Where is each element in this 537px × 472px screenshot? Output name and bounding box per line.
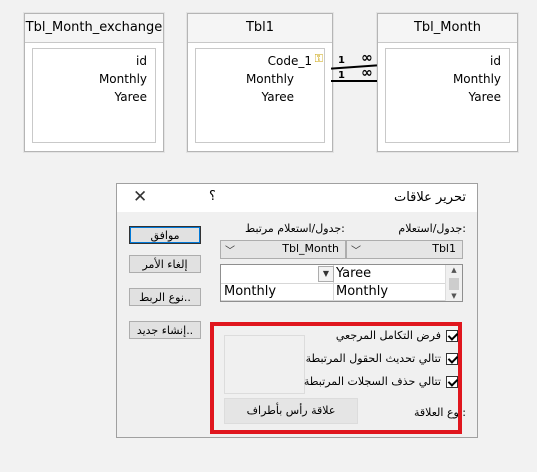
grid-scrollbar[interactable]: ▲ ▼	[445, 265, 462, 301]
help-icon[interactable]: ؟	[209, 189, 216, 204]
field-item[interactable]: Yaree	[469, 89, 501, 105]
grid-cell-value: Monthly	[224, 284, 277, 299]
dialog-title: تحرير علاقات	[393, 190, 466, 205]
chevron-down-icon[interactable]: ﹀	[351, 242, 361, 257]
grid-cell[interactable]: ▼	[221, 265, 334, 284]
table-query-value: Tbl1	[432, 242, 456, 255]
table-title[interactable]: Tbl_Month	[378, 14, 517, 43]
field-item[interactable]: Yaree	[115, 89, 147, 105]
table-title[interactable]: Tbl_Month_exchange	[25, 14, 163, 43]
table-query-combo[interactable]: ﹀ Tbl1	[346, 240, 463, 259]
related-table-value: Tbl_Month	[282, 242, 339, 255]
field-item[interactable]: Monthly	[453, 71, 501, 87]
table-title[interactable]: Tbl1	[188, 14, 332, 43]
field-item[interactable]: Monthly	[246, 71, 294, 87]
table-tbl-month[interactable]: Tbl_Month id Monthly Yaree	[377, 13, 518, 152]
cancel-button[interactable]: إلغاء الأمر	[129, 255, 201, 273]
many-marker: ∞	[361, 65, 373, 81]
table-tbl-month-exchange[interactable]: Tbl_Month_exchange id Monthly Yaree	[24, 13, 164, 152]
scroll-up-icon[interactable]: ▲	[446, 265, 462, 275]
table-tbl1[interactable]: Tbl1 Code_1 ⚿ Monthly Yaree	[187, 13, 333, 152]
create-new-button[interactable]: إنشاء جديد..	[129, 321, 201, 339]
field-item[interactable]: id	[490, 53, 501, 69]
join-type-button[interactable]: نوع الربط..	[129, 288, 201, 306]
scroll-down-icon[interactable]: ▼	[446, 291, 462, 301]
field-list: id Monthly Yaree	[32, 48, 156, 143]
ok-button[interactable]: موافق	[129, 226, 201, 244]
highlight-frame	[210, 322, 462, 434]
field-list: id Monthly Yaree	[385, 48, 510, 143]
grid-cell-value: Monthly	[336, 284, 389, 299]
chevron-down-icon[interactable]: ▼	[318, 266, 334, 282]
chevron-down-icon[interactable]: ﹀	[225, 242, 235, 257]
field-mapping-grid[interactable]: ▼ Yaree Monthly Monthly ▲ ▼	[220, 264, 463, 302]
field-item[interactable]: Yaree	[262, 89, 294, 105]
field-list: Code_1 ⚿ Monthly Yaree	[195, 48, 325, 143]
table-query-label: جدول/استعلام:	[398, 222, 466, 235]
one-marker: 1	[338, 70, 345, 81]
one-marker: 1	[338, 55, 345, 66]
field-item[interactable]: Monthly	[99, 71, 147, 87]
key-icon: ⚿	[314, 52, 323, 65]
grid-cell-value: Yaree	[336, 266, 372, 281]
field-item[interactable]: id	[136, 53, 147, 69]
related-table-combo[interactable]: ﹀ Tbl_Month	[220, 240, 346, 259]
dialog-titlebar: ✕ ؟ تحرير علاقات	[117, 184, 477, 212]
grid-cell[interactable]: Monthly	[334, 284, 446, 301]
related-table-label: جدول/استعلام مرتبط:	[245, 222, 345, 235]
many-marker: ∞	[361, 50, 373, 66]
close-icon[interactable]: ✕	[133, 186, 147, 208]
scroll-thumb[interactable]	[449, 278, 459, 290]
grid-cell[interactable]: Yaree	[334, 265, 446, 284]
field-item[interactable]: Code_1	[268, 53, 312, 69]
grid-cell[interactable]: Monthly	[221, 284, 334, 301]
